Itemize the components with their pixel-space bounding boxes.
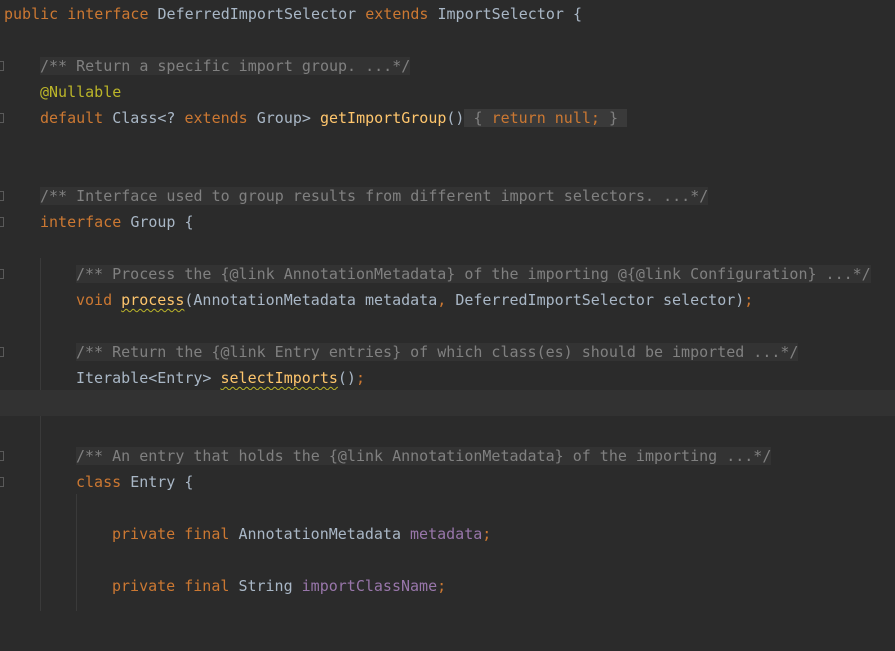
keyword-interface: interface: [67, 5, 149, 23]
parent-interface-name[interactable]: ImportSelector: [438, 5, 564, 23]
keyword-extends: extends: [365, 5, 429, 23]
code-line: @Nullable: [0, 79, 895, 105]
code-line: void process(AnnotationMetadata metadata…: [0, 287, 895, 313]
code-line: /** Process the {@link AnnotationMetadat…: [0, 261, 895, 287]
method-name-process[interactable]: process: [121, 291, 184, 309]
code-line: /** An entry that holds the {@link Annot…: [0, 443, 895, 469]
keyword-private: private: [112, 577, 176, 595]
code-line: /** Interface used to group results from…: [0, 183, 895, 209]
annotation-nullable: @Nullable: [40, 83, 122, 101]
interface-name[interactable]: DeferredImportSelector: [158, 5, 357, 23]
code-line: interface Group {: [0, 209, 895, 235]
field-type: String: [238, 577, 293, 595]
return-type-class: Class<?: [112, 109, 176, 127]
field-type: AnnotationMetadata: [238, 525, 401, 543]
code-line: class Entry {: [0, 469, 895, 495]
fold-marker-icon[interactable]: [0, 61, 4, 71]
code-editor[interactable]: public interface DeferredImportSelector …: [0, 0, 895, 611]
method-params-b: DeferredImportSelector selector): [455, 291, 745, 309]
keyword-void: void: [76, 291, 113, 309]
fold-marker-icon[interactable]: [0, 347, 4, 357]
method-name-get-import-group[interactable]: getImportGroup: [320, 109, 446, 127]
keyword-class: class: [76, 473, 122, 491]
code-line: public interface DeferredImportSelector …: [0, 1, 895, 27]
field-name-import-class-name[interactable]: importClassName: [302, 577, 437, 595]
semicolon: ;: [590, 109, 600, 127]
keyword-public: public: [4, 5, 59, 23]
code-line: /** Return the {@link Entry entries} of …: [0, 339, 895, 365]
fold-marker-icon[interactable]: [0, 477, 4, 487]
keyword-final: final: [184, 577, 230, 595]
field-name-metadata[interactable]: metadata: [410, 525, 482, 543]
doc-comment-group[interactable]: /** Interface used to group results from…: [40, 187, 709, 205]
code-line: /** Return a specific import group. ...*…: [0, 53, 895, 79]
current-line-highlight[interactable]: [0, 390, 895, 416]
folded-method-body[interactable]: { return null; }: [464, 109, 628, 127]
semicolon: ;: [355, 369, 365, 387]
code-line: private final AnnotationMetadata metadat…: [0, 521, 895, 547]
doc-comment-select-imports[interactable]: /** Return the {@link Entry entries} of …: [76, 343, 799, 361]
open-brace: {: [184, 213, 194, 231]
fold-marker-icon[interactable]: [0, 113, 4, 123]
keyword-private: private: [112, 525, 176, 543]
method-parens: (): [446, 109, 465, 127]
fold-open-brace: {: [473, 109, 483, 127]
fold-marker-icon[interactable]: [0, 451, 4, 461]
method-params-a: (AnnotationMetadata metadata: [184, 291, 438, 309]
return-type-iterable: Iterable<Entry>: [76, 369, 212, 387]
code-line: Iterable<Entry> selectImports();: [0, 365, 895, 391]
open-brace: {: [184, 473, 194, 491]
doc-comment-entry[interactable]: /** An entry that holds the {@link Annot…: [76, 447, 772, 465]
fold-marker-icon[interactable]: [0, 191, 4, 201]
open-brace: {: [572, 5, 582, 23]
fold-marker-icon[interactable]: [0, 269, 4, 279]
class-name-entry[interactable]: Entry: [130, 473, 175, 491]
semicolon: ;: [437, 577, 447, 595]
type-group: Group>: [256, 109, 311, 127]
code-line: private final String importClassName;: [0, 573, 895, 599]
keyword-interface: interface: [40, 213, 122, 231]
keyword-final: final: [184, 525, 230, 543]
keyword-return: return: [491, 109, 546, 127]
keyword-null: null: [554, 109, 591, 127]
keyword-default: default: [40, 109, 104, 127]
code-line: default Class<? extends Group> getImport…: [0, 105, 895, 131]
semicolon: ;: [744, 291, 754, 309]
comma: ,: [437, 291, 447, 309]
semicolon: ;: [482, 525, 492, 543]
keyword-extends: extends: [184, 109, 248, 127]
method-name-select-imports[interactable]: selectImports: [221, 369, 338, 387]
fold-close-brace: }: [608, 109, 618, 127]
method-parens: (): [337, 369, 356, 387]
doc-comment-process[interactable]: /** Process the {@link AnnotationMetadat…: [76, 265, 871, 283]
interface-name-group[interactable]: Group: [130, 213, 175, 231]
fold-marker-icon[interactable]: [0, 217, 4, 227]
doc-comment-import-group[interactable]: /** Return a specific import group. ...*…: [40, 57, 411, 75]
